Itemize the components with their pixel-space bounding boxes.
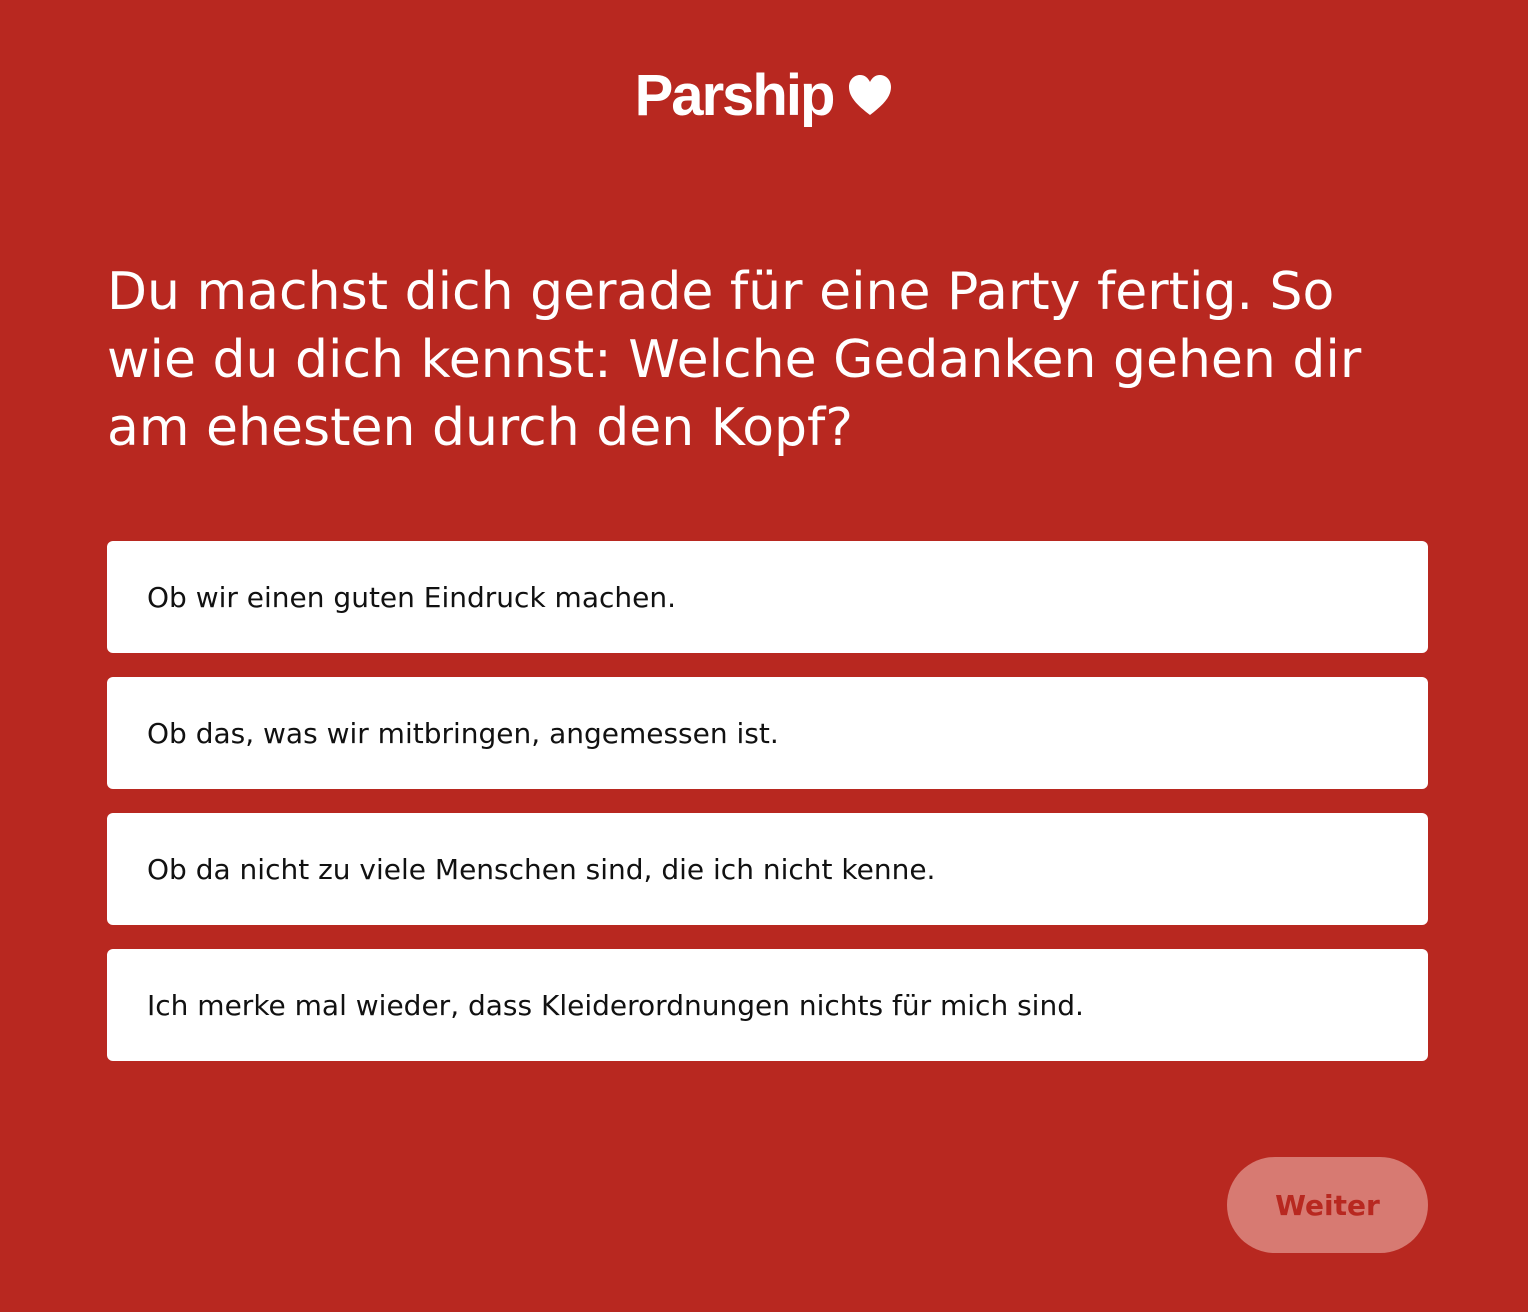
answer-option-label: Ich merke mal wieder, dass Kleiderordnun… <box>147 988 1084 1022</box>
answer-option-1[interactable]: Ob wir einen guten Eindruck machen. <box>107 541 1428 653</box>
answer-option-4[interactable]: Ich merke mal wieder, dass Kleiderordnun… <box>107 949 1428 1061</box>
answer-option-3[interactable]: Ob da nicht zu viele Menschen sind, die … <box>107 813 1428 925</box>
question-heading: Du machst dich gerade für eine Party fer… <box>107 262 1362 458</box>
logo-text: Parship <box>634 63 836 128</box>
answer-option-label: Ob wir einen guten Eindruck machen. <box>147 580 677 614</box>
parship-logo: Parship <box>0 56 1528 136</box>
heart-icon <box>849 75 892 115</box>
answer-option-label: Ob das, was wir mitbringen, angemessen i… <box>147 716 779 750</box>
answer-option-label: Ob da nicht zu viele Menschen sind, die … <box>147 852 936 886</box>
next-button[interactable]: Weiter <box>1227 1157 1428 1253</box>
answer-option-2[interactable]: Ob das, was wir mitbringen, angemessen i… <box>107 677 1428 789</box>
answer-options: Ob wir einen guten Eindruck machen. Ob d… <box>107 541 1428 1061</box>
